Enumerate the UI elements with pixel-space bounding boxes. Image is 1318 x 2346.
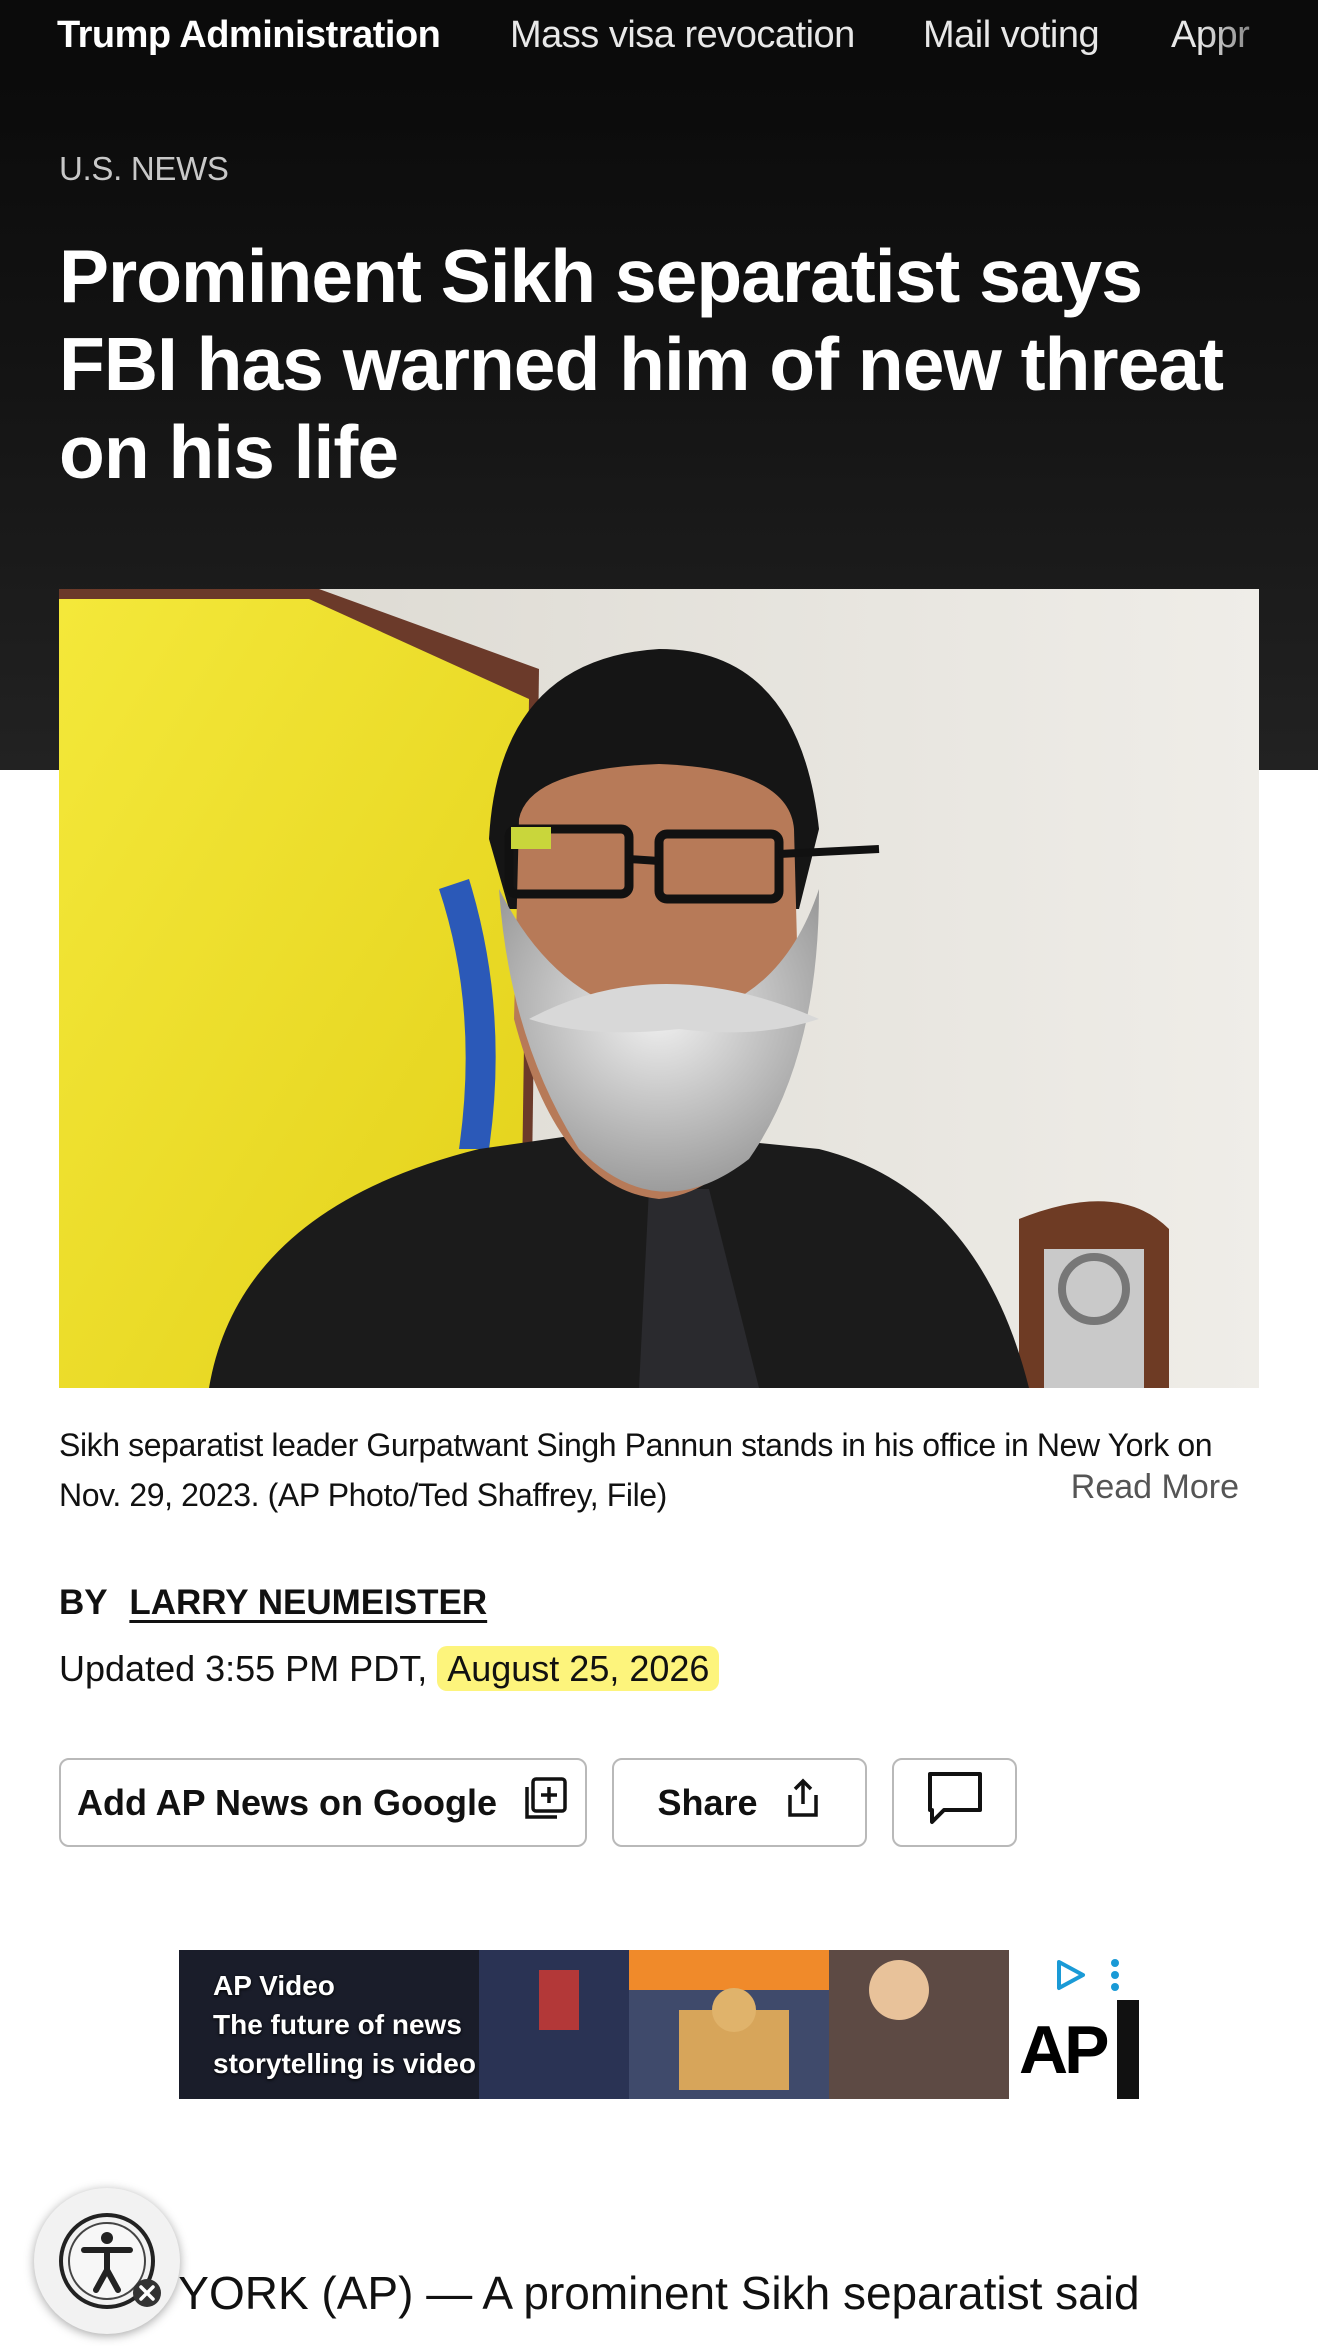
article-headline: Prominent Sikh separatist says FBI has w…	[59, 234, 1224, 494]
updated-prefix: Updated 3:55 PM PDT,	[59, 1648, 428, 1689]
add-box-icon	[523, 1775, 569, 1830]
ad-banner[interactable]: AP Video The future of news storytelling…	[179, 1950, 1139, 2099]
share-button[interactable]: Share	[612, 1758, 867, 1847]
updated-timestamp: Updated 3:55 PM PDT, August 25, 2026	[59, 1646, 720, 1691]
add-ap-news-on-google-label: Add AP News on Google	[76, 1781, 498, 1823]
section-label[interactable]: U.S. NEWS	[59, 150, 229, 188]
article-lead-text: NEW YORK (AP) — A prominent Sikh separat…	[59, 2267, 1140, 2319]
add-ap-news-on-google-button[interactable]: Add AP News on Google	[59, 1758, 587, 1847]
byline-prefix: BY	[59, 1583, 108, 1622]
nav-fade	[1198, 0, 1318, 80]
comments-button[interactable]	[892, 1758, 1017, 1847]
ad-menu-icon[interactable]	[1109, 1958, 1121, 1997]
ap-logo: AP	[1019, 2012, 1109, 2088]
nav-item-mass-visa-revocation[interactable]: Mass visa revocation	[510, 14, 855, 57]
lead-photo-illustration	[59, 589, 1259, 1388]
nav-item-mail-voting[interactable]: Mail voting	[923, 14, 1100, 57]
ad-line-2: The future of news	[213, 2009, 462, 2040]
read-more-link[interactable]: Read More	[1071, 1468, 1239, 1507]
updated-date-highlight: August 25, 2026	[437, 1646, 720, 1691]
top-nav: Trump Administration Mass visa revocatio…	[0, 0, 1318, 80]
ap-logo-bar	[1117, 2000, 1139, 2099]
ad-line-3: storytelling is video	[213, 2048, 476, 2079]
comment-icon	[926, 1770, 984, 1835]
author-link[interactable]: LARRY NEUMEISTER	[129, 1583, 487, 1622]
byline: BY LARRY NEUMEISTER	[59, 1583, 487, 1623]
share-label: Share	[657, 1781, 758, 1823]
ad-line-1: AP Video	[213, 1970, 335, 2001]
close-icon[interactable]	[132, 2278, 162, 2313]
adchoices-icon[interactable]	[1053, 1958, 1087, 1997]
ad-logo-panel: AP	[1009, 1950, 1139, 2099]
share-upload-icon	[784, 1777, 822, 1828]
nav-item-trump-administration[interactable]: Trump Administration	[57, 14, 441, 57]
ad-text: AP Video The future of news storytelling…	[213, 1966, 476, 2083]
accessibility-button[interactable]	[34, 2188, 180, 2334]
lead-photo[interactable]	[59, 589, 1259, 1388]
